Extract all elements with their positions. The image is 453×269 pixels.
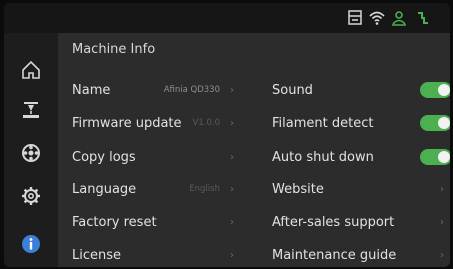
auto-shut-down-row: Auto shut down [272,143,450,171]
maintenance-guide-row[interactable]: Maintenance guide › [272,241,450,267]
section-title: Machine Info [72,42,156,57]
firmware-update-row[interactable]: Firmware update V1.0.0 › [72,109,242,137]
factory-reset-row[interactable]: Factory reset › [72,208,242,236]
auto-shut-down-label: Auto shut down [272,149,374,165]
firmware-update-label: Firmware update [72,115,182,131]
license-row[interactable]: License › [72,241,242,267]
license-label: License [72,247,122,263]
home-icon [22,60,40,79]
status-bar [4,3,450,33]
wifi-icon [369,11,385,25]
website-label: Website [272,181,324,197]
language-value: English [189,184,220,194]
sidebar [4,33,58,267]
language-label: Language [72,181,137,197]
filament-spool-icon [22,144,40,162]
sound-toggle[interactable] [420,82,450,98]
after-sales-support-row[interactable]: After-sales support › [272,208,450,236]
chevron-right-icon: › [230,216,234,228]
name-label: Name [72,82,111,98]
language-row[interactable]: Language English › [72,175,242,203]
website-row[interactable]: Website › [272,175,450,203]
sidebar-item-home[interactable] [4,51,58,89]
filament-icon [418,12,428,24]
firmware-version-value: V1.0.0 [192,118,220,128]
after-sales-support-label: After-sales support [272,214,395,230]
sidebar-item-info[interactable] [4,225,58,263]
chevron-right-icon: › [230,183,234,195]
factory-reset-label: Factory reset [72,214,157,230]
copy-logs-label: Copy logs [72,149,136,165]
info-icon [22,235,40,253]
name-value: Afinia QD330 [163,85,220,95]
maintenance-guide-label: Maintenance guide [272,247,397,263]
printer-screen: Machine Info Name Afinia QD330 › Firmwar… [4,3,450,267]
filament-detect-row: Filament detect [272,109,450,137]
gear-icon [22,187,40,205]
print-bed-icon [23,102,39,118]
chevron-right-icon: › [440,216,444,228]
chevron-right-icon: › [230,117,234,129]
sidebar-item-print[interactable] [4,91,58,129]
filament-detect-toggle[interactable] [420,115,450,131]
chevron-right-icon: › [230,84,234,96]
sidebar-item-filament[interactable] [4,134,58,172]
filament-detect-label: Filament detect [272,115,374,131]
auto-shut-down-toggle[interactable] [420,149,450,165]
chevron-right-icon: › [440,183,444,195]
sound-row: Sound [272,76,450,104]
sound-label: Sound [272,82,313,98]
printer-icon [348,10,362,25]
sidebar-item-settings[interactable] [4,177,58,215]
chevron-right-icon: › [440,249,444,261]
person-icon [392,11,406,26]
name-row[interactable]: Name Afinia QD330 › [72,76,242,104]
chevron-right-icon: › [230,249,234,261]
copy-logs-row[interactable]: Copy logs › [72,143,242,171]
chevron-right-icon: › [230,151,234,163]
machine-info-panel: Machine Info Name Afinia QD330 › Firmwar… [58,33,450,267]
